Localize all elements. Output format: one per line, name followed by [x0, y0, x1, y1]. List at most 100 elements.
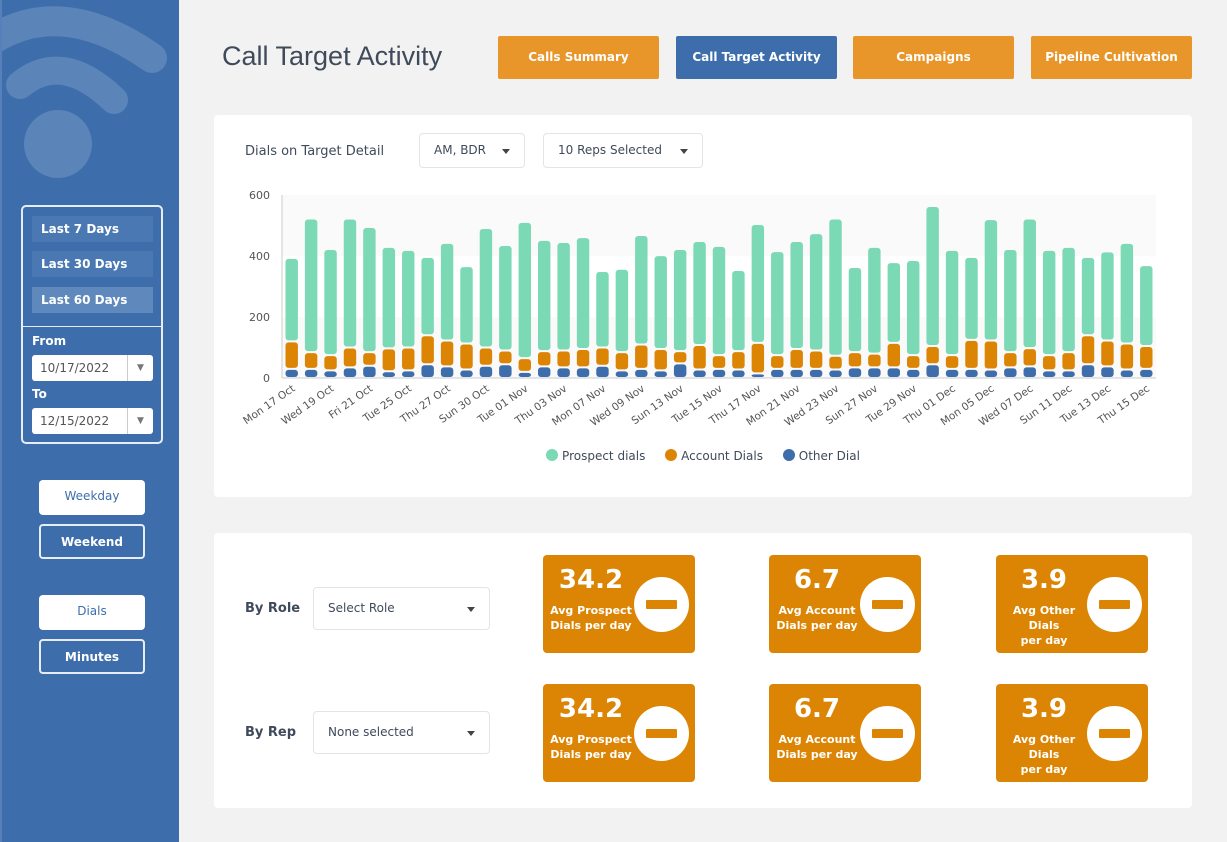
bar-segment-account-dials [1062, 353, 1075, 370]
y-tick-label: 600 [249, 189, 270, 202]
to-label: To [32, 387, 47, 401]
legend-item-prospect[interactable]: Prospect dials [546, 449, 645, 463]
range-last-60-days[interactable]: Last 60 Days [32, 287, 153, 313]
bar-segment-other-dial [1120, 370, 1134, 377]
weekday-button[interactable]: Weekday [39, 480, 145, 515]
y-tick-label: 200 [249, 311, 270, 324]
legend-item-other[interactable]: Other Dial [782, 449, 860, 463]
kpi-value: 34.2 [558, 565, 624, 595]
kpi-label: Avg Account Dials per day [776, 604, 858, 632]
bar-segment-prospect-dials [460, 267, 473, 343]
bar-segment-other-dial [576, 368, 590, 377]
bar-segment-prospect-dials [965, 257, 978, 339]
bar-segment-other-dial [402, 371, 415, 377]
bar-segment-prospect-dials [402, 250, 415, 347]
chevron-down-icon[interactable]: ▼ [127, 408, 153, 434]
bar-segment-account-dials [751, 343, 765, 373]
bar-segment-other-dial [421, 365, 434, 377]
bar-segment-other-dial [712, 369, 726, 377]
bar-segment-other-dial [499, 365, 512, 377]
bar-segment-other-dial [673, 364, 687, 377]
legend-dot-icon [665, 449, 678, 461]
chart-legend: Prospect dials Account Dials Other Dial [214, 449, 1192, 463]
bar-segment-other-dial [732, 370, 745, 377]
bar-segment-other-dial [809, 369, 823, 377]
bar-segment-account-dials [635, 345, 648, 368]
select-role-dropdown[interactable]: Select Role [313, 587, 490, 630]
bar-segment-prospect-dials [673, 249, 687, 351]
from-date-input[interactable]: 10/17/2022 ▼ [32, 355, 153, 381]
bar-segment-prospect-dials [1004, 249, 1017, 352]
bar-segment-prospect-dials [615, 269, 629, 352]
bar-segment-account-dials [732, 352, 745, 369]
bar-segment-prospect-dials [324, 249, 337, 355]
tab-call-target-activity[interactable]: Call Target Activity [676, 36, 837, 79]
bar-segment-other-dial [654, 371, 667, 377]
kpi-value: 6.7 [793, 694, 841, 724]
bar-segment-prospect-dials [809, 234, 823, 350]
bar-segment-account-dials [771, 356, 784, 368]
bar-segment-account-dials [324, 356, 337, 370]
bar-segment-other-dial [382, 372, 396, 377]
bar-segment-account-dials [926, 346, 939, 364]
minutes-button[interactable]: Minutes [39, 639, 145, 674]
select-rep-dropdown[interactable]: None selected [313, 711, 490, 754]
bar-segment-account-dials [984, 341, 998, 369]
bar-segment-account-dials [576, 350, 590, 367]
bar-segment-prospect-dials [751, 224, 765, 342]
by-rep-label: By Rep [245, 725, 297, 740]
by-role-label: By Role [245, 601, 301, 616]
select-role-value: Select Role [328, 601, 395, 615]
bar-segment-account-dials [965, 340, 978, 368]
bar-segment-other-dial [537, 367, 551, 377]
y-tick-label: 400 [249, 250, 270, 263]
bar-segment-prospect-dials [907, 260, 920, 355]
bar-segment-account-dials [615, 353, 629, 370]
range-last-7-days[interactable]: Last 7 Days [32, 216, 153, 242]
bar-segment-account-dials [343, 348, 357, 367]
range-last-30-days[interactable]: Last 30 Days [32, 251, 153, 277]
bar-segment-other-dial [829, 370, 842, 377]
bar-segment-account-dials [673, 352, 687, 363]
kpi-value: 34.2 [558, 694, 624, 724]
bar-segment-other-dial [596, 366, 609, 377]
weekend-button[interactable]: Weekend [39, 524, 145, 559]
tab-calls-summary[interactable]: Calls Summary [498, 36, 659, 79]
bar-segment-prospect-dials [576, 238, 590, 349]
bar-segment-other-dial [324, 371, 337, 377]
bar-segment-other-dial [751, 374, 765, 377]
kpi-avg-prospect-role: 34.2 Avg Prospect Dials per day [543, 555, 695, 653]
kpi-avg-other-rep: 3.9 Avg Other Dials per day [996, 684, 1148, 782]
bar-segment-other-dial [460, 370, 473, 377]
bar-segment-account-dials [1140, 346, 1153, 368]
caret-down-icon [467, 730, 475, 736]
kpi-value: 3.9 [1020, 565, 1068, 595]
tab-pipeline-cultivation[interactable]: Pipeline Cultivation [1031, 36, 1192, 79]
bar-segment-prospect-dials [732, 271, 745, 351]
bar-segment-prospect-dials [1042, 250, 1056, 355]
kpi-value: 3.9 [1020, 694, 1068, 724]
panel-divider [23, 326, 161, 327]
bar-segment-prospect-dials [1120, 243, 1134, 343]
legend-label: Other Dial [798, 449, 860, 463]
to-date-input[interactable]: 12/15/2022 ▼ [32, 408, 153, 434]
chevron-down-icon[interactable]: ▼ [127, 355, 153, 381]
bar-segment-account-dials [654, 350, 667, 370]
bar-segment-prospect-dials [343, 219, 357, 347]
bar-segment-other-dial [945, 369, 959, 377]
bar-segment-prospect-dials [693, 242, 706, 345]
kpi-label: Avg Other Dials per day [1012, 604, 1076, 647]
bar-segment-account-dials [1042, 356, 1056, 370]
date-range-panel: Last 7 Days Last 30 Days Last 60 Days Fr… [21, 205, 163, 444]
legend-item-account[interactable]: Account Dials [665, 449, 763, 463]
tab-campaigns[interactable]: Campaigns [853, 36, 1014, 79]
bar-segment-other-dial [285, 369, 298, 377]
bar-segment-account-dials [363, 353, 376, 365]
bar-segment-prospect-dials [945, 250, 959, 355]
bar-segment-other-dial [557, 368, 570, 377]
bar-segment-account-dials [1004, 353, 1017, 367]
bar-segment-account-dials [402, 348, 415, 370]
bar-segment-prospect-dials [887, 263, 901, 342]
dials-button[interactable]: Dials [39, 595, 145, 630]
wifi-logo-icon [2, 6, 167, 178]
